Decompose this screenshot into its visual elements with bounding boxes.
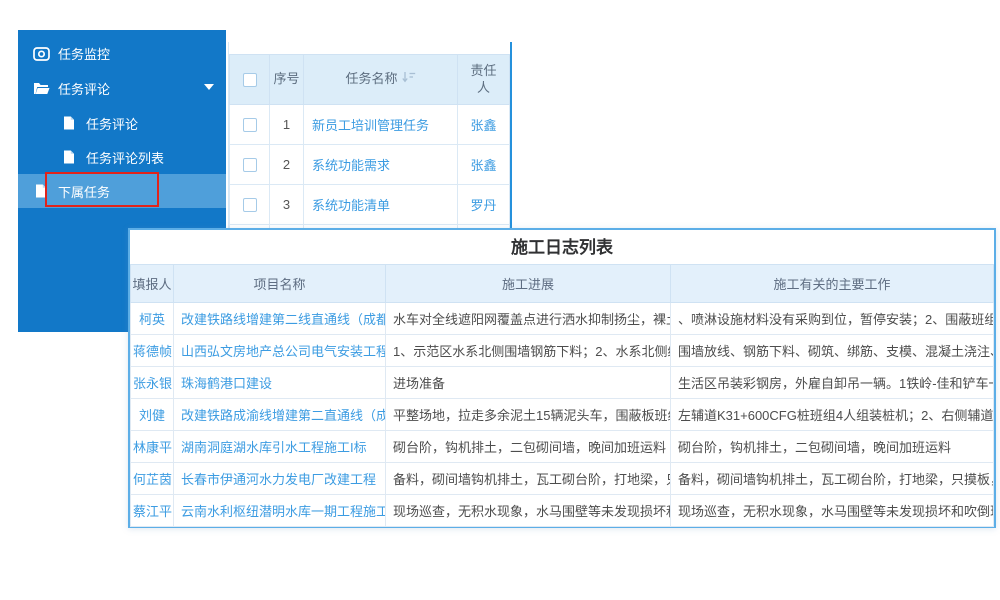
folder-open-icon [32, 82, 50, 95]
task-no: 2 [270, 145, 304, 185]
progress-cell: 备料，砌间墙钩机排土，瓦工砌台阶，打地梁，只摸... [386, 463, 671, 495]
sidebar-item-label: 任务评论列表 [86, 148, 164, 167]
select-all-checkbox[interactable] [243, 73, 257, 87]
work-cell: 围墙放线、钢筋下料、砌筑、绑筋、支模、混凝土浇注、清... [671, 335, 994, 367]
reporter-link[interactable]: 蔡江平 [131, 495, 174, 527]
progress-cell: 平整场地，拉走多余泥土15辆泥头车，围蔽板班组没... [386, 399, 671, 431]
project-link[interactable]: 珠海鹤港口建设 [174, 367, 386, 399]
row-checkbox[interactable] [243, 158, 257, 172]
progress-cell: 水车对全线遮阳网覆盖点进行洒水抑制扬尘，裸土覆... [386, 303, 671, 335]
column-header-progress: 施工进展 [386, 265, 671, 303]
work-cell: 砌台阶，钩机排土，二包砌间墙，晚间加班运料 [671, 431, 994, 463]
task-name-link[interactable]: 新员工培训管理任务 [304, 105, 458, 145]
progress-cell: 进场准备 [386, 367, 671, 399]
column-header-no[interactable]: 序号 [270, 55, 304, 105]
log-row: 林康平湖南洞庭湖水库引水工程施工I标砌台阶，钩机排土，二包砌间墙，晚间加班运料砌… [131, 431, 994, 463]
log-table-header-row: 填报人 项目名称 施工进展 施工有关的主要工作 [131, 265, 994, 303]
project-link[interactable]: 改建铁路线增建第二线直通线（成都-... [174, 303, 386, 335]
task-table-spacer [229, 42, 510, 54]
document-icon [32, 184, 50, 198]
sort-icon[interactable] [402, 71, 416, 87]
task-name-link[interactable]: 系统功能需求 [304, 145, 458, 185]
progress-cell: 现场巡查，无积水现象，水马围壁等未发现损坏和吹... [386, 495, 671, 527]
chevron-down-icon[interactable] [204, 84, 214, 90]
task-table: 序号 任务名称 [228, 42, 512, 228]
work-cell: 现场巡查，无积水现象，水马围壁等未发现损坏和吹倒现象 ... [671, 495, 994, 527]
camera-icon [32, 46, 50, 61]
column-header-name-label: 任务名称 [345, 71, 397, 87]
progress-cell: 砌台阶，钩机排土，二包砌间墙，晚间加班运料 [386, 431, 671, 463]
column-header-no-label: 序号 [273, 71, 299, 87]
work-cell: 备料，砌间墙钩机排土，瓦工砌台阶，打地梁，只摸板，砌... [671, 463, 994, 495]
column-header-owner[interactable]: 责任人 [458, 55, 510, 105]
task-no: 1 [270, 105, 304, 145]
sidebar-item-label: 任务评论 [58, 79, 110, 98]
log-row: 柯英改建铁路线增建第二线直通线（成都-...水车对全线遮阳网覆盖点进行洒水抑制扬… [131, 303, 994, 335]
column-header-project: 项目名称 [174, 265, 386, 303]
row-checkbox[interactable] [243, 198, 257, 212]
sidebar-item-label: 任务监控 [58, 44, 110, 63]
work-cell: 、喷淋设施材料没有采购到位，暂停安装；2、围蔽班组以货... [671, 303, 994, 335]
checkbox-cell [230, 185, 270, 225]
construction-log-panel: 施工日志列表 填报人 项目名称 施工进展 施工有关的主要工作 柯英改建铁路线增建… [128, 228, 996, 528]
table-row: 2系统功能需求张鑫 [230, 145, 510, 185]
task-owner-link[interactable]: 罗丹 [458, 185, 510, 225]
column-header-work: 施工有关的主要工作 [671, 265, 994, 303]
task-table-header-row: 序号 任务名称 [230, 55, 510, 105]
checkbox-cell [230, 105, 270, 145]
sidebar-item-task-comment[interactable]: 任务评论 [18, 106, 226, 140]
log-row: 蒋德帧山西弘文房地产总公司电气安装工程1、示范区水系北侧围墙钢筋下料；2、水系北… [131, 335, 994, 367]
sidebar-item-task-monitor[interactable]: 任务监控 [18, 36, 226, 70]
sidebar-item-sub-tasks[interactable]: 下属任务 [18, 174, 226, 208]
row-checkbox[interactable] [243, 118, 257, 132]
work-cell: 左辅道K31+600CFG桩班组4人组装桩机；2、右侧辅道拼宽... [671, 399, 994, 431]
select-all-cell [230, 55, 270, 105]
sidebar-item-task-comment-list[interactable]: 任务评论列表 [18, 140, 226, 174]
document-icon [60, 150, 78, 164]
project-link[interactable]: 改建铁路成渝线增建第二直通线（成... [174, 399, 386, 431]
task-owner-link[interactable]: 张鑫 [458, 105, 510, 145]
sidebar-item-task-comments[interactable]: 任务评论 [18, 70, 226, 106]
log-row: 蔡江平云南水利枢纽潜明水库一期工程施工I标现场巡查，无积水现象，水马围壁等未发现… [131, 495, 994, 527]
sidebar-item-label: 下属任务 [58, 182, 110, 201]
work-cell: 生活区吊装彩钢房，外雇自卸吊一辆。1铁岭-佳和铲车一台 [671, 367, 994, 399]
column-header-owner-label: 责任人 [470, 63, 498, 96]
checkbox-cell [230, 145, 270, 185]
reporter-link[interactable]: 林康平 [131, 431, 174, 463]
sidebar-item-label: 任务评论 [86, 114, 138, 133]
panel-title: 施工日志列表 [130, 230, 994, 264]
log-row: 刘健改建铁路成渝线增建第二直通线（成...平整场地，拉走多余泥土15辆泥头车，围… [131, 399, 994, 431]
reporter-link[interactable]: 刘健 [131, 399, 174, 431]
reporter-link[interactable]: 何芷茵 [131, 463, 174, 495]
project-link[interactable]: 山西弘文房地产总公司电气安装工程 [174, 335, 386, 367]
document-icon [60, 116, 78, 130]
task-name-link[interactable]: 系统功能清单 [304, 185, 458, 225]
reporter-link[interactable]: 柯英 [131, 303, 174, 335]
project-link[interactable]: 湖南洞庭湖水库引水工程施工I标 [174, 431, 386, 463]
log-row: 何芷茵长春市伊通河水力发电厂改建工程备料，砌间墙钩机排土，瓦工砌台阶，打地梁，只… [131, 463, 994, 495]
table-row: 1新员工培训管理任务张鑫 [230, 105, 510, 145]
column-header-reporter: 填报人 [131, 265, 174, 303]
project-link[interactable]: 云南水利枢纽潜明水库一期工程施工I标 [174, 495, 386, 527]
table-row: 3系统功能清单罗丹 [230, 185, 510, 225]
column-header-name[interactable]: 任务名称 [304, 55, 458, 105]
task-no: 3 [270, 185, 304, 225]
page: 任务监控任务评论任务评论任务评论列表下属任务 序号 任务名称 [0, 0, 1000, 600]
task-owner-link[interactable]: 张鑫 [458, 145, 510, 185]
reporter-link[interactable]: 张永银 [131, 367, 174, 399]
project-link[interactable]: 长春市伊通河水力发电厂改建工程 [174, 463, 386, 495]
reporter-link[interactable]: 蒋德帧 [131, 335, 174, 367]
log-row: 张永银珠海鹤港口建设进场准备生活区吊装彩钢房，外雇自卸吊一辆。1铁岭-佳和铲车一… [131, 367, 994, 399]
progress-cell: 1、示范区水系北侧围墙钢筋下料；2、水系北侧绿化... [386, 335, 671, 367]
